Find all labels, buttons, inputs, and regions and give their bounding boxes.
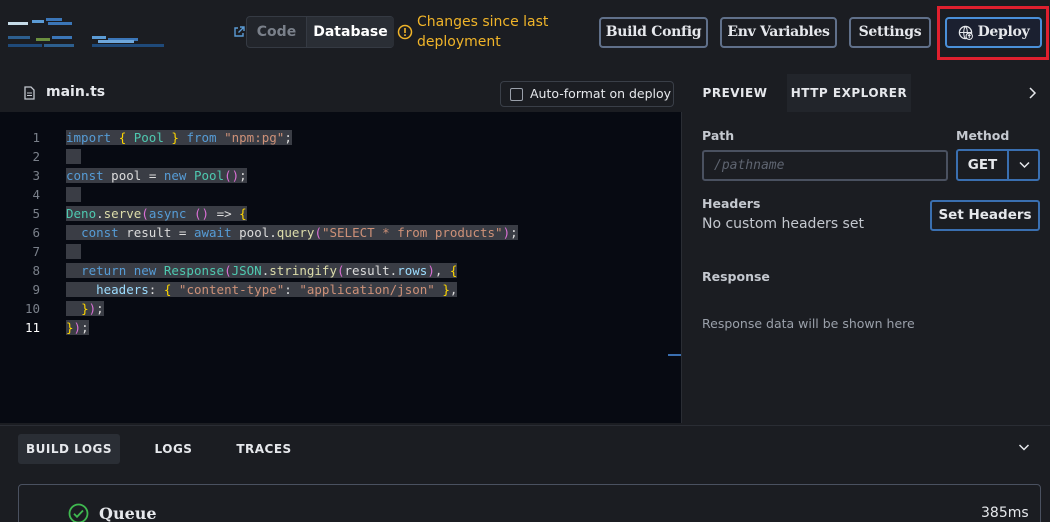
code-line: }); xyxy=(66,299,518,318)
path-label: Path xyxy=(702,128,735,143)
line-number: 5 xyxy=(32,206,40,221)
headers-label: Headers xyxy=(702,196,761,211)
auto-format-label: Auto-format on deploy xyxy=(530,86,672,101)
method-value: GET xyxy=(958,151,1009,179)
settings-button[interactable]: Settings xyxy=(849,17,931,48)
file-name[interactable]: main.ts xyxy=(46,84,105,100)
auto-format-toggle[interactable]: Auto-format on deploy xyxy=(500,81,674,107)
view-toggle: Code Database xyxy=(246,16,394,48)
deploy-globe-icon xyxy=(958,25,973,40)
line-number: 8 xyxy=(32,263,40,278)
auto-format-checkbox[interactable] xyxy=(510,88,523,101)
check-circle-icon xyxy=(68,503,89,522)
response-placeholder: Response data will be shown here xyxy=(702,316,915,331)
undeployed-changes-notice: Changes since last deployment xyxy=(417,14,549,50)
deploy-button-label: Deploy xyxy=(977,24,1030,40)
tab-http-explorer[interactable]: HTTP EXPLORER xyxy=(787,74,911,112)
line-number: 10 xyxy=(24,301,40,316)
line-number: 9 xyxy=(32,282,40,297)
code-lines: import { Pool } from "npm:pg"; const poo… xyxy=(66,128,518,337)
code-line: headers: { "content-type": "application/… xyxy=(66,280,518,299)
method-label: Method xyxy=(956,128,1010,143)
code-text-area[interactable]: 1 2 3 4 5 6 7 8 9 10 11 import { Pool } … xyxy=(0,112,682,423)
warning-icon xyxy=(397,24,413,40)
line-number-gutter: 1 2 3 4 5 6 7 8 9 10 11 xyxy=(0,128,48,337)
database-view-option[interactable]: Database xyxy=(306,17,394,47)
build-config-button[interactable]: Build Config xyxy=(599,17,708,48)
file-icon xyxy=(24,86,35,100)
code-line: const pool = new Pool(); xyxy=(66,168,247,183)
method-select[interactable]: GET xyxy=(956,149,1040,181)
line-number: 6 xyxy=(32,225,40,240)
code-editor-panel: main.ts Auto-format on deploy 1 2 3 4 5 … xyxy=(0,74,682,423)
tab-traces[interactable]: TRACES xyxy=(224,434,304,464)
file-tab-bar: main.ts Auto-format on deploy xyxy=(0,74,682,112)
code-line: Deno.serve(async () => { xyxy=(66,206,247,221)
deploy-button[interactable]: Deploy xyxy=(945,17,1042,48)
queue-step-card[interactable]: Queue 385ms xyxy=(18,484,1041,522)
code-view-option[interactable]: Code xyxy=(247,17,306,47)
external-link-icon[interactable] xyxy=(233,26,245,38)
line-number: 3 xyxy=(32,168,40,183)
panel-tab-bar: PREVIEW HTTP EXPLORER xyxy=(683,74,1050,112)
queue-step-title: Queue xyxy=(99,504,157,522)
project-logo[interactable] xyxy=(8,16,164,52)
tab-logs[interactable]: LOGS xyxy=(140,434,207,464)
logs-panel: BUILD LOGS LOGS TRACES Queue 385ms xyxy=(0,425,1050,522)
collapse-chevron-icon[interactable] xyxy=(1018,443,1030,452)
line-number: 1 xyxy=(32,130,40,145)
overview-ruler-marker xyxy=(668,354,681,356)
top-bar: Code Database Changes since last deploym… xyxy=(0,0,1050,72)
path-input[interactable] xyxy=(702,150,948,181)
code-line: return new Response(JSON.stringify(resul… xyxy=(66,261,518,280)
response-label: Response xyxy=(702,269,770,284)
code-line: import { Pool } from "npm:pg"; xyxy=(66,130,292,145)
line-number: 4 xyxy=(32,187,40,202)
chevron-down-icon xyxy=(1019,161,1030,169)
tab-build-logs[interactable]: BUILD LOGS xyxy=(18,434,120,464)
tab-preview[interactable]: PREVIEW xyxy=(683,74,787,112)
http-explorer-body: Path Method GET Headers No custom header… xyxy=(683,112,1050,423)
chevron-right-icon[interactable] xyxy=(1027,87,1037,99)
code-line xyxy=(66,185,518,204)
no-headers-text: No custom headers set xyxy=(702,216,864,232)
code-line xyxy=(66,147,518,166)
code-line: }); xyxy=(66,320,89,335)
set-headers-button[interactable]: Set Headers xyxy=(930,200,1040,231)
env-variables-button[interactable]: Env Variables xyxy=(720,17,837,48)
http-explorer-panel: PREVIEW HTTP EXPLORER Path Method GET He… xyxy=(683,74,1050,423)
code-line xyxy=(66,242,518,261)
line-number: 2 xyxy=(32,149,40,164)
code-line: const result = await pool.query("SELECT … xyxy=(66,223,518,242)
line-number: 7 xyxy=(32,244,40,259)
queue-step-duration: 385ms xyxy=(981,505,1029,521)
line-number-active: 11 xyxy=(24,320,40,335)
